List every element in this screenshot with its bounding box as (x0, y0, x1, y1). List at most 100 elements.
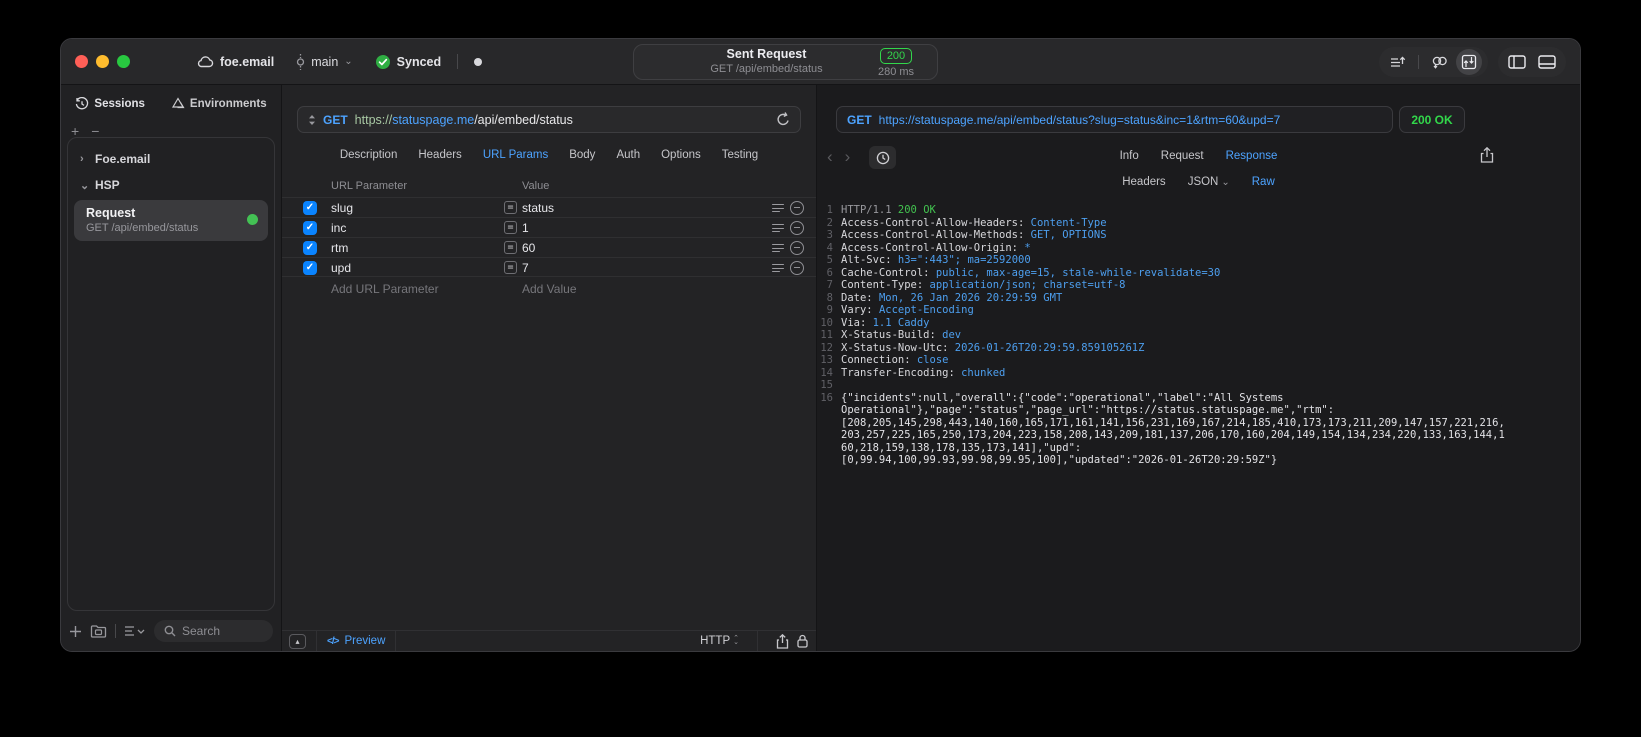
tab-description[interactable]: Description (340, 149, 398, 161)
param-value[interactable]: status (522, 201, 554, 215)
group-foe-email[interactable]: › Foe.email (68, 146, 274, 172)
request-url[interactable]: https://statuspage.me/api/embed/status (355, 113, 769, 127)
header-line-text: Via: 1.1 Caddy (841, 316, 930, 329)
environments-icon (171, 97, 185, 109)
response-url: https://statuspage.me/api/embed/status?s… (878, 112, 1281, 127)
param-value[interactable]: 1 (522, 221, 529, 235)
multiline-icon[interactable] (772, 204, 784, 216)
header-line-text: X-Status-Now-Utc: 2026-01-26T20:29:59.85… (841, 341, 1145, 354)
request-tools-group (1379, 47, 1488, 77)
param-enabled-checkbox[interactable]: ✓ (303, 261, 317, 275)
new-folder-icon[interactable] (90, 624, 107, 638)
param-value[interactable]: 60 (522, 241, 535, 255)
group-hsp-label: HSP (95, 178, 120, 192)
status-line-text: HTTP/1.1 200 OK (841, 204, 936, 216)
request-method[interactable]: GET (323, 113, 348, 127)
add-request-icon[interactable] (69, 625, 82, 638)
multiline-icon[interactable] (772, 264, 784, 276)
response-header-line: 14 Transfer-Encoding: chunked (817, 367, 1505, 380)
protocol-select[interactable]: HTTP ⌃ ⌄ (700, 635, 739, 647)
param-enabled-checkbox[interactable]: ✓ (303, 201, 317, 215)
add-param-value-placeholder[interactable]: Add Value (522, 282, 577, 296)
sidebar-footer: Search (69, 620, 273, 642)
import-export-button[interactable] (1456, 49, 1482, 75)
header-line-text: Cache-Control: public, max-age=15, stale… (841, 266, 1221, 279)
history-button[interactable] (869, 146, 896, 169)
add-param-row[interactable]: Add URL Parameter Add Value (282, 277, 816, 299)
raw-response-view[interactable]: 1 HTTP/1.1 200 OK 2 Access-Control-Allow-He… (817, 204, 1505, 651)
close-window-button[interactable] (75, 55, 88, 68)
share-icon[interactable] (776, 633, 789, 649)
param-name[interactable]: inc (331, 221, 346, 235)
remove-param-button[interactable] (790, 261, 804, 275)
project-menu[interactable]: foe.email (196, 55, 274, 69)
group-hsp[interactable]: ⌄ HSP (68, 172, 274, 198)
param-row: ✓ slug = status (282, 197, 816, 217)
method-stepper-icon[interactable] (308, 114, 316, 126)
response-body-line: 203,257,225,165,250,173,204,223,158,208,… (841, 429, 1505, 441)
sent-request-summary[interactable]: Sent Request GET /api/embed/status 200 2… (633, 44, 938, 80)
tab-url-params[interactable]: URL Params (483, 149, 548, 161)
send-refresh-icon[interactable] (776, 112, 790, 127)
response-view-tabs: Headers JSON ⌄ Raw (817, 176, 1580, 188)
preview-button[interactable]: </> Preview (327, 635, 385, 647)
remove-param-button[interactable] (790, 201, 804, 215)
header-line-text: Access-Control-Allow-Headers: Content-Ty… (841, 216, 1107, 229)
search-icon (164, 625, 176, 637)
add-param-name-placeholder[interactable]: Add URL Parameter (331, 282, 439, 296)
tab-auth[interactable]: Auth (616, 149, 640, 161)
url-scheme: https:// (354, 112, 393, 127)
requests-tree-panel: › Foe.email ⌄ HSP Request GET /api/embed… (67, 137, 275, 611)
param-enabled-checkbox[interactable]: ✓ (303, 241, 317, 255)
param-name[interactable]: rtm (331, 241, 348, 255)
sync-status[interactable]: Synced (375, 54, 441, 70)
tab-response[interactable]: Response (1226, 150, 1278, 162)
hooks-button[interactable] (1426, 49, 1452, 75)
protocol-label: HTTP (700, 635, 731, 647)
view-tab-json[interactable]: JSON ⌄ (1188, 176, 1230, 188)
param-enabled-checkbox[interactable]: ✓ (303, 221, 317, 235)
response-header-line: 13 Connection: close (817, 354, 1505, 367)
response-url-box[interactable]: GET https://statuspage.me/api/embed/stat… (836, 106, 1393, 133)
tab-request[interactable]: Request (1161, 150, 1204, 162)
request-list-item-selected[interactable]: Request GET /api/embed/status (74, 200, 268, 241)
tab-environments[interactable]: Environments (171, 97, 267, 111)
response-header-line: 3 Access-Control-Allow-Methods: GET, OPTI… (817, 229, 1505, 242)
multiline-icon[interactable] (772, 244, 784, 256)
remove-param-button[interactable] (790, 241, 804, 255)
tab-headers[interactable]: Headers (418, 149, 461, 161)
param-name[interactable]: upd (331, 261, 351, 275)
param-row: ✓ rtm = 60 (282, 237, 816, 257)
tab-info[interactable]: Info (1120, 150, 1139, 162)
toggle-left-panel-button[interactable] (1504, 49, 1530, 75)
line-number: 1 (826, 204, 833, 216)
request-url-bar[interactable]: GET https://statuspage.me/api/embed/stat… (297, 106, 801, 133)
footer-right-controls: HTTP ⌃ ⌄ (700, 631, 816, 651)
toggle-bottom-panel-button[interactable] (1534, 49, 1560, 75)
forward-button[interactable]: › (845, 147, 851, 167)
tab-testing[interactable]: Testing (722, 149, 758, 161)
branch-menu[interactable]: main ⌄ (296, 53, 353, 70)
request-item-title: Request (86, 206, 136, 220)
remove-param-button[interactable] (790, 221, 804, 235)
export-response-button[interactable] (1480, 147, 1494, 163)
view-tab-headers[interactable]: Headers (1122, 176, 1165, 188)
back-button[interactable]: ‹ (827, 147, 833, 167)
tab-body[interactable]: Body (569, 149, 595, 161)
tab-options[interactable]: Options (661, 149, 701, 161)
expand-panel-button[interactable]: ▴ (289, 633, 306, 649)
zoom-window-button[interactable] (117, 55, 130, 68)
multiline-icon[interactable] (772, 224, 784, 236)
request-list-button[interactable] (1385, 49, 1411, 75)
sidebar-footer-separator (115, 624, 116, 638)
desktop: foe.email main ⌄ Synced Sent Request GET… (0, 0, 1641, 737)
param-name[interactable]: slug (331, 201, 353, 215)
lock-icon[interactable] (797, 634, 808, 648)
sort-options-icon[interactable] (124, 625, 146, 637)
line-number: 7 (826, 279, 833, 291)
minimize-window-button[interactable] (96, 55, 109, 68)
search-input[interactable]: Search (154, 620, 273, 642)
view-tab-raw[interactable]: Raw (1252, 176, 1275, 188)
param-value[interactable]: 7 (522, 261, 529, 275)
tab-sessions[interactable]: Sessions (75, 97, 145, 111)
